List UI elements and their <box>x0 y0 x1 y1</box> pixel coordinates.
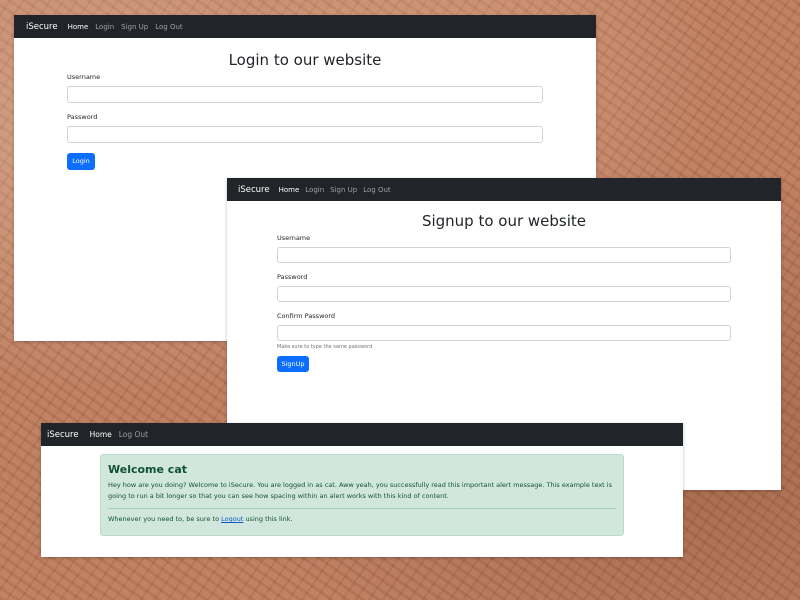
alert-heading: Welcome cat <box>108 463 188 476</box>
login-button[interactable]: Login <box>67 153 95 170</box>
nav-link-login[interactable]: Login <box>305 186 324 194</box>
login-form: Username Password Login <box>67 73 543 170</box>
alert-footer-suffix: using this link. <box>243 515 293 523</box>
username-input[interactable] <box>277 247 731 263</box>
nav-link-home[interactable]: Home <box>68 23 89 31</box>
nav-link-logout[interactable]: Log Out <box>363 186 390 194</box>
nav-link-home[interactable]: Home <box>90 430 112 439</box>
navbar-brand[interactable]: iSecure <box>26 22 58 32</box>
welcome-window: iSecure Home Log Out Welcome cat Hey how… <box>41 423 683 557</box>
nav-link-signup[interactable]: Sign Up <box>121 23 148 31</box>
navbar-brand[interactable]: iSecure <box>238 185 270 195</box>
password-help-text: Make sure to type the same password <box>277 344 373 350</box>
alert-footer-prefix: Whenever you need to, be sure to <box>108 515 222 523</box>
navbar: iSecure Home Login Sign Up Log Out <box>14 15 596 38</box>
signup-form: Username Password Confirm Password Make … <box>277 234 731 372</box>
nav-link-logout[interactable]: Log Out <box>155 23 182 31</box>
username-label: Username <box>277 234 311 242</box>
alert-footer: Whenever you need to, be sure to Logout … <box>108 515 616 523</box>
alert-divider <box>108 508 616 509</box>
navbar-brand[interactable]: iSecure <box>47 430 79 440</box>
password-input[interactable] <box>277 286 731 302</box>
password-input[interactable] <box>67 126 543 143</box>
username-input[interactable] <box>67 86 543 103</box>
nav-link-login[interactable]: Login <box>95 23 114 31</box>
navbar: iSecure Home Login Sign Up Log Out <box>227 178 781 201</box>
navbar: iSecure Home Log Out <box>41 423 683 446</box>
confirm-password-label: Confirm Password <box>277 312 336 320</box>
nav-link-home[interactable]: Home <box>279 186 300 194</box>
confirm-password-input[interactable] <box>277 325 731 341</box>
password-label: Password <box>277 273 308 281</box>
alert-body: Hey how are you doing? Welcome to iSecur… <box>108 481 612 500</box>
logout-link[interactable]: Logout <box>221 515 243 523</box>
nav-link-logout[interactable]: Log Out <box>119 430 148 439</box>
nav-link-signup[interactable]: Sign Up <box>330 186 357 194</box>
welcome-alert: Welcome cat Hey how are you doing? Welco… <box>100 454 624 536</box>
signup-button[interactable]: SignUp <box>277 356 309 372</box>
username-label: Username <box>67 73 101 81</box>
page-title: Login to our website <box>228 51 382 69</box>
page-title: Signup to our website <box>421 212 587 230</box>
password-label: Password <box>67 113 98 121</box>
